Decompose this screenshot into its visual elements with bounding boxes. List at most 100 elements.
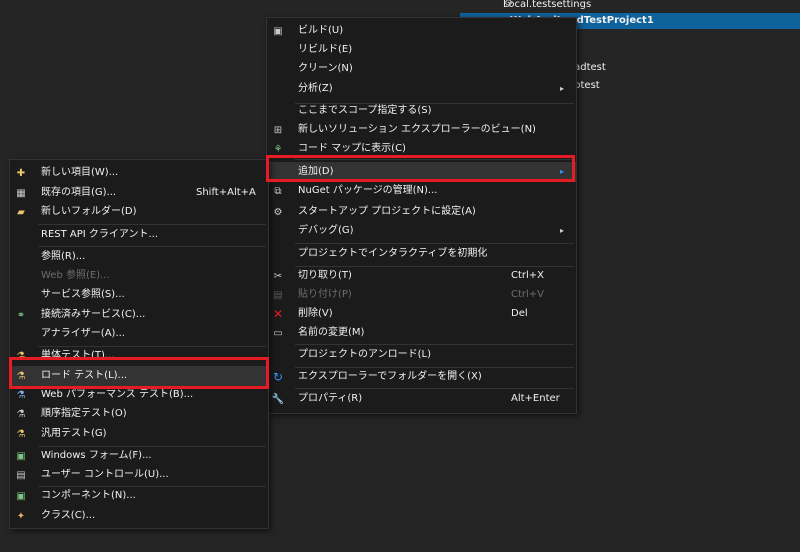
menu-item-label: 参照(R)... bbox=[41, 251, 86, 262]
menu-item-label: 削除(V) bbox=[298, 308, 333, 319]
menu-item-label: プロパティ(R) bbox=[298, 393, 363, 404]
menu-item-label: 接続済みサービス(C)... bbox=[41, 309, 146, 320]
menu-item-build[interactable]: ▣ ビルド(U) bbox=[267, 21, 576, 41]
menu-item-label: プロジェクトのアンロード(L) bbox=[298, 349, 431, 360]
menu-item-open-folder[interactable]: ↻ エクスプローラーでフォルダーを開く(X) bbox=[267, 367, 576, 387]
load-test-highlight-box bbox=[9, 357, 269, 389]
submenu-item-connected-service[interactable]: ⚭ 接続済みサービス(C)... bbox=[10, 305, 268, 325]
menu-item-label: デバッグ(G) bbox=[298, 225, 354, 236]
menu-item-label: REST API クライアント... bbox=[41, 229, 159, 240]
submenu-item-reference[interactable]: 参照(R)... bbox=[10, 247, 268, 267]
menu-item-paste[interactable]: ▤ 貼り付け(P) Ctrl+V bbox=[267, 285, 576, 305]
menu-item-interactive[interactable]: プロジェクトでインタラクティブを初期化 bbox=[267, 244, 576, 264]
menu-item-label: NuGet パッケージの管理(N)... bbox=[298, 185, 438, 196]
submenu-item-analyzer[interactable]: アナライザー(A)... bbox=[10, 324, 268, 344]
menu-item-label: アナライザー(A)... bbox=[41, 328, 125, 339]
menu-item-label: 新しいフォルダー(D) bbox=[41, 206, 137, 217]
paste-icon: ▤ bbox=[273, 289, 283, 301]
menu-item-shortcut: Ctrl+V bbox=[511, 289, 545, 300]
code-map-icon: ⚘ bbox=[273, 143, 283, 155]
submenu-arrow-icon: ▸ bbox=[559, 84, 564, 93]
add-submenu: ✚ 新しい項目(W)... ▦ 既存の項目(G)... Shift+Alt+A … bbox=[9, 159, 269, 529]
menu-item-shortcut: Shift+Alt+A bbox=[196, 187, 256, 198]
submenu-item-web-reference[interactable]: Web 参照(E)... bbox=[10, 266, 268, 286]
submenu-item-new-item[interactable]: ✚ 新しい項目(W)... bbox=[10, 163, 268, 183]
menu-item-clean[interactable]: クリーン(N) bbox=[267, 59, 576, 79]
submenu-item-component[interactable]: ▣ コンポーネント(N)... bbox=[10, 486, 268, 506]
menu-item-label: ここまでスコープ指定する(S) bbox=[298, 105, 432, 116]
menu-item-set-startup[interactable]: ⚙ スタートアップ プロジェクトに設定(A) bbox=[267, 202, 576, 222]
menu-item-label: Web 参照(E)... bbox=[41, 270, 110, 281]
menu-item-label: 新しいソリューション エクスプローラーのビュー(N) bbox=[298, 124, 536, 135]
menu-item-shortcut: Ctrl+X bbox=[511, 270, 545, 281]
menu-item-shortcut: Del bbox=[511, 308, 528, 319]
menu-item-label: リビルド(E) bbox=[298, 44, 353, 55]
menu-item-label: 新しい項目(W)... bbox=[41, 167, 119, 178]
web-performance-test-icon: ⚗ bbox=[16, 389, 26, 401]
menu-item-scope[interactable]: ここまでスコープ指定する(S) bbox=[267, 101, 576, 121]
refresh-icon: ↻ bbox=[272, 370, 284, 384]
menu-item-label: ユーザー コントロール(U)... bbox=[41, 469, 169, 480]
menu-item-nuget[interactable]: ⧉ NuGet パッケージの管理(N)... bbox=[267, 181, 576, 201]
menu-item-label: エクスプローラーでフォルダーを開く(X) bbox=[298, 371, 482, 382]
menu-item-label: 汎用テスト(G) bbox=[41, 428, 107, 439]
submenu-arrow-icon: ▸ bbox=[559, 226, 564, 235]
submenu-item-existing-item[interactable]: ▦ 既存の項目(G)... Shift+Alt+A bbox=[10, 183, 268, 203]
wrench-icon: 🔧 bbox=[271, 393, 285, 405]
submenu-item-ordered-test[interactable]: ⚗ 順序指定テスト(O) bbox=[10, 404, 268, 424]
menu-item-label: コンポーネント(N)... bbox=[41, 490, 136, 501]
menu-item-label: 分析(Z) bbox=[298, 83, 333, 94]
ordered-test-icon: ⚗ bbox=[16, 408, 26, 420]
rename-icon: ▭ bbox=[273, 327, 283, 339]
menu-item-label: クリーン(N) bbox=[298, 63, 353, 74]
submenu-item-service-reference[interactable]: サービス参照(S)... bbox=[10, 285, 268, 305]
menu-item-label: ビルド(U) bbox=[298, 25, 344, 36]
submenu-item-user-control[interactable]: ▤ ユーザー コントロール(U)... bbox=[10, 465, 268, 485]
submenu-item-new-folder[interactable]: ▰ 新しいフォルダー(D) bbox=[10, 202, 268, 222]
submenu-item-windows-form[interactable]: ▣ Windows フォーム(F)... bbox=[10, 446, 268, 466]
menu-item-label: プロジェクトでインタラクティブを初期化 bbox=[298, 248, 488, 259]
menu-item-label: 切り取り(T) bbox=[298, 270, 352, 281]
menu-item-label: 順序指定テスト(O) bbox=[41, 408, 127, 419]
menu-item-rebuild[interactable]: リビルド(E) bbox=[267, 40, 576, 60]
menu-item-debug[interactable]: デバッグ(G) ▸ bbox=[267, 221, 576, 241]
generic-test-icon: ⚗ bbox=[16, 428, 26, 440]
menu-item-delete[interactable]: ✕ 削除(V) Del bbox=[267, 304, 576, 324]
menu-item-label: 名前の変更(M) bbox=[298, 327, 365, 338]
gear-icon: ⚙ bbox=[273, 206, 283, 218]
tree-item-label: Local.testsettings bbox=[503, 0, 592, 10]
menu-item-properties[interactable]: 🔧 プロパティ(R) Alt+Enter bbox=[267, 389, 576, 409]
settings-file-icon: ⚙ bbox=[504, 0, 513, 9]
menu-item-label: クラス(C)... bbox=[41, 510, 96, 521]
menu-item-label: 貼り付け(P) bbox=[298, 289, 352, 300]
menu-item-unload[interactable]: プロジェクトのアンロード(L) bbox=[267, 345, 576, 365]
menu-item-analyze[interactable]: 分析(Z) ▸ bbox=[267, 79, 576, 99]
tree-item-testsettings[interactable]: Local.testsettings bbox=[503, 0, 591, 13]
add-item-highlight-box bbox=[266, 155, 575, 182]
windows-form-icon: ▣ bbox=[16, 450, 26, 462]
menu-item-shortcut: Alt+Enter bbox=[511, 393, 560, 404]
submenu-item-class[interactable]: ✦ クラス(C)... bbox=[10, 506, 268, 526]
nuget-icon: ⧉ bbox=[274, 185, 282, 197]
solution-explorer-view-icon: ⊞ bbox=[273, 124, 283, 136]
cut-icon: ✂ bbox=[273, 270, 283, 282]
new-folder-icon: ▰ bbox=[17, 206, 25, 218]
menu-item-label: 既存の項目(G)... bbox=[41, 187, 117, 198]
menu-item-label: サービス参照(S)... bbox=[41, 289, 125, 300]
user-control-icon: ▤ bbox=[16, 469, 26, 481]
class-icon: ✦ bbox=[16, 510, 26, 522]
submenu-item-rest-api[interactable]: REST API クライアント... bbox=[10, 225, 268, 245]
delete-icon: ✕ bbox=[272, 307, 284, 321]
existing-item-icon: ▦ bbox=[16, 187, 26, 199]
submenu-item-generic-test[interactable]: ⚗ 汎用テスト(G) bbox=[10, 424, 268, 444]
menu-item-rename[interactable]: ▭ 名前の変更(M) bbox=[267, 323, 576, 343]
build-icon: ▣ bbox=[273, 25, 283, 37]
menu-item-label: スタートアップ プロジェクトに設定(A) bbox=[298, 206, 476, 217]
menu-item-cut[interactable]: ✂ 切り取り(T) Ctrl+X bbox=[267, 266, 576, 286]
project-context-menu: ▣ ビルド(U) リビルド(E) クリーン(N) 分析(Z) ▸ ここまでスコー… bbox=[266, 17, 577, 414]
menu-item-new-solution-explorer-view[interactable]: ⊞ 新しいソリューション エクスプローラーのビュー(N) bbox=[267, 120, 576, 140]
component-icon: ▣ bbox=[16, 490, 26, 502]
new-item-icon: ✚ bbox=[16, 167, 26, 179]
connected-service-icon: ⚭ bbox=[16, 309, 26, 321]
menu-item-label: Windows フォーム(F)... bbox=[41, 450, 152, 461]
